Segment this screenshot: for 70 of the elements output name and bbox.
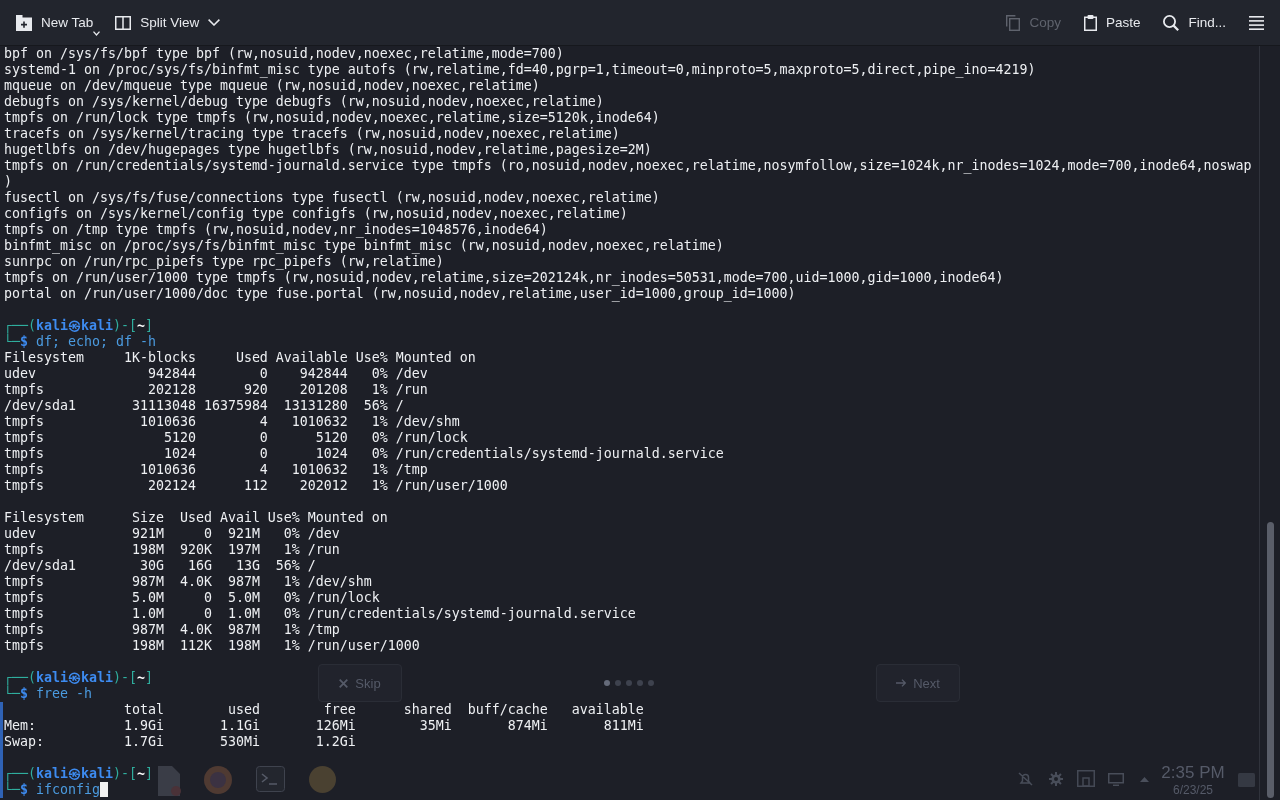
output-line: Swap: 1.7Gi 530Mi 1.2Gi — [4, 734, 356, 749]
menu-icon — [1249, 15, 1264, 30]
output-line: udev 942844 0 942844 0% /dev — [4, 366, 428, 381]
shell-prompt: ┌──(kali㉿kali)-[~] — [4, 318, 153, 333]
output-line: bpf on /sys/fs/bpf type bpf (rw,nosuid,nodev,noexec,relatime,mode=700) — [4, 46, 564, 61]
output-line: systemd-1 on /proc/sys/fs/binfmt_misc type autofs (rw,relatime,fd=40,pgrp=1,timeout=0,minproto=5,maxproto=5,direct,pipe_ino=4219) — [4, 62, 1036, 77]
output-line: binfmt_misc on /proc/sys/fs/binfmt_misc type binfmt_misc (rw,nosuid,nodev,noexec,relatime) — [4, 238, 724, 253]
bell-off-icon[interactable] — [1018, 772, 1033, 786]
output-line: tmpfs on /tmp type tmpfs (rw,nosuid,nodev,nr_inodes=1048576,inode64) — [4, 222, 548, 237]
ring-icon[interactable] — [204, 766, 232, 794]
search-icon — [1163, 14, 1180, 31]
output-line: tmpfs 1010636 4 1010632 1% /tmp — [4, 462, 428, 477]
tab-plus-icon — [16, 14, 32, 31]
output-line: /dev/sda1 30G 16G 13G 56% / — [4, 558, 316, 573]
new-tab-button[interactable]: New Tab — [8, 6, 102, 39]
document-icon[interactable] — [158, 766, 182, 796]
command-line: └─$ ifconfig — [4, 782, 100, 797]
clock-time: 2:35 PM — [1161, 764, 1225, 781]
output-line: /dev/sda1 31113048 16375984 13131280 56% / — [4, 398, 404, 413]
copy-icon — [1006, 14, 1021, 31]
output-line: hugetlbfs on /dev/hugepages type hugetlbfs (rw,nosuid,nodev,relatime,pagesize=2M) — [4, 142, 652, 157]
find-button[interactable]: Find... — [1155, 6, 1234, 39]
shell-prompt: ┌──(kali㉿kali)-[~] — [4, 766, 153, 781]
output-line: configfs on /sys/kernel/config type configfs (rw,nosuid,nodev,noexec,relatime) — [4, 206, 628, 221]
disc-icon[interactable] — [309, 766, 336, 793]
output-line: tmpfs 987M 4.0K 987M 1% /dev/shm — [4, 574, 372, 589]
output-line: sunrpc on /run/rpc_pipefs type rpc_pipefs (rw,relatime) — [4, 254, 444, 269]
tile-icon[interactable] — [1238, 773, 1255, 787]
output-line: portal on /run/user/1000/doc type fuse.portal (rw,nosuid,nodev,relatime,user_id=1000,group_id=1000) — [4, 286, 796, 301]
output-line: debugfs on /sys/kernel/debug type debugfs (rw,nosuid,nodev,noexec,relatime) — [4, 94, 604, 109]
split-view-button[interactable]: Split View — [107, 6, 229, 39]
output-line: tmpfs 198M 920K 197M 1% /run — [4, 542, 340, 557]
output-line: tmpfs 5.0M 0 5.0M 0% /run/lock — [4, 590, 380, 605]
output-line: Filesystem 1K-blocks Used Available Use% Mounted on — [4, 350, 476, 365]
output-line: tmpfs 1024 0 1024 0% /run/credentials/systemd-journald.service — [4, 446, 724, 461]
output-line: tmpfs 1.0M 0 1.0M 0% /run/credentials/systemd-journald.service — [4, 606, 636, 621]
command-line: └─$ free -h — [4, 686, 92, 701]
monitor-icon[interactable] — [1108, 773, 1124, 786]
output-line: udev 921M 0 921M 0% /dev — [4, 526, 340, 541]
output-line: tmpfs 5120 0 5120 0% /run/lock — [4, 430, 468, 445]
clipboard-icon — [1083, 14, 1097, 31]
output-line: tmpfs 198M 112K 198M 1% /run/user/1000 — [4, 638, 420, 653]
clock-date: 6/23/25 — [1172, 784, 1213, 796]
output-line: tmpfs 202124 112 202012 1% /run/user/1000 — [4, 478, 508, 493]
output-line: ) — [4, 174, 12, 189]
output-line: tmpfs 202128 920 201208 1% /run — [4, 382, 428, 397]
window-icon[interactable] — [1077, 770, 1095, 787]
output-line: tmpfs on /run/lock type tmpfs (rw,nosuid,nodev,noexec,relatime,size=5120k,inode64) — [4, 110, 660, 125]
shell-prompt: ┌──(kali㉿kali)-[~] — [4, 670, 153, 685]
command-line: └─$ df; echo; df -h — [4, 334, 156, 349]
output-line: total used free shared buff/cache available — [122, 702, 644, 717]
output-line: fusectl on /sys/fs/fuse/connections type fusectl (rw,nosuid,nodev,noexec,relatime) — [4, 190, 660, 205]
output-line: Filesystem Size Used Avail Use% Mounted on — [4, 510, 388, 525]
split-square-icon — [115, 15, 132, 30]
output-line: tmpfs 987M 4.0K 987M 1% /tmp — [4, 622, 340, 637]
gear-icon[interactable] — [1049, 772, 1063, 786]
scrollbar-thumb[interactable] — [1266, 522, 1274, 798]
output-line: mqueue on /dev/mqueue type mqueue (rw,nosuid,nodev,noexec,relatime) — [4, 78, 540, 93]
terminal-icon[interactable] — [256, 766, 285, 792]
caret-icon — [93, 30, 101, 36]
arrow-icon — [896, 679, 907, 687]
paste-button[interactable]: Paste — [1075, 6, 1149, 39]
chevron-down-icon — [208, 19, 221, 26]
output-line: tmpfs on /run/credentials/systemd-journald.service type tmpfs (ro,nosuid,nodev,noexec,relatime,nosymfollow,size=1024k,nr_inodes=1024,mode=700,inode64,noswap — [4, 158, 1252, 173]
close-icon — [339, 678, 349, 688]
output-line: tracefs on /sys/kernel/tracing type tracefs (rw,nosuid,nodev,noexec,relatime) — [4, 126, 620, 141]
output-line: tmpfs 1010636 4 1010632 1% /dev/shm — [4, 414, 460, 429]
output-line: Mem: 1.9Gi 1.1Gi 126Mi 35Mi 874Mi 811Mi — [4, 718, 644, 733]
output-line: tmpfs on /run/user/1000 type tmpfs (rw,nosuid,nodev,relatime,size=202124k,nr_inodes=50531,mode=700,uid=1000,gid=1000,inode64) — [4, 270, 1004, 285]
caret-up-icon[interactable] — [1140, 777, 1149, 782]
